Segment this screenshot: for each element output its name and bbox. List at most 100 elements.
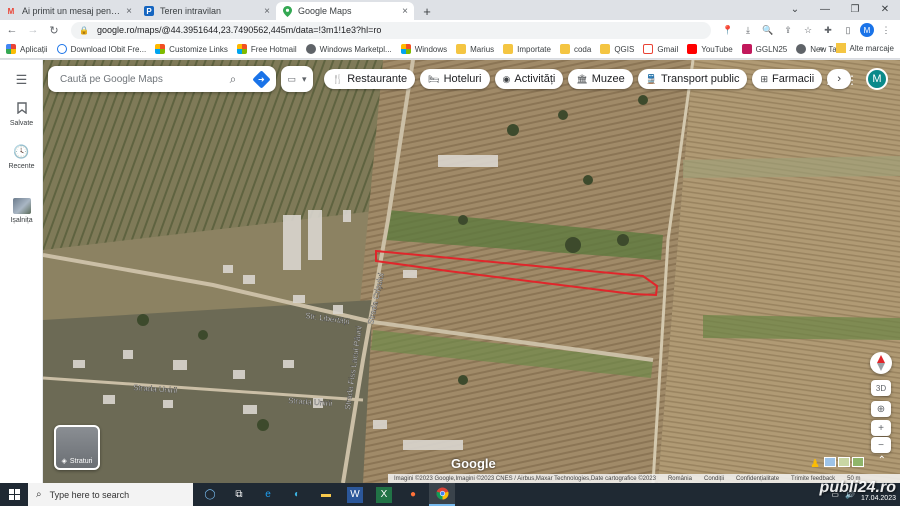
layers-button[interactable]: ◈ Straturi: [54, 425, 100, 470]
account-avatar[interactable]: M: [866, 68, 888, 90]
chevron-down-icon[interactable]: ⌄: [780, 0, 810, 18]
bookmark-folder[interactable]: Marius: [456, 44, 494, 54]
menu-icon[interactable]: ⋮: [878, 22, 894, 38]
install-app-icon[interactable]: ⤓: [740, 22, 756, 38]
maps-search-box[interactable]: Caută pe Google Maps ⌕ ➜: [48, 66, 276, 92]
address-bar[interactable]: 🔒 google.ro/maps/@44.3951644,23.7490562,…: [71, 21, 711, 39]
zoom-out-button[interactable]: −: [871, 437, 891, 453]
google-apps-icon[interactable]: ⋮⋮⋮: [822, 73, 858, 87]
taskbar-date[interactable]: 17.04.2023: [861, 487, 896, 503]
bookmark-item[interactable]: Windows: [400, 44, 447, 54]
satellite-map[interactable]: Str. Libertății Strada Unirii Strada Uni…: [43, 60, 900, 483]
bookmark-item[interactable]: Download IObit Fre...: [56, 44, 146, 54]
bookmark-item[interactable]: Customize Links: [155, 44, 228, 54]
lock-icon[interactable]: 🔒: [79, 26, 89, 35]
imagery-thumb[interactable]: [824, 457, 836, 467]
bookmark-item[interactable]: Gmail: [643, 44, 678, 54]
volume-icon[interactable]: 🔊: [845, 490, 855, 499]
task-view-icon[interactable]: ⧉: [226, 483, 252, 506]
network-icon[interactable]: ▭: [831, 490, 839, 499]
chrome-icon[interactable]: [429, 483, 455, 506]
reload-icon[interactable]: ↻: [45, 21, 63, 39]
scale-bar[interactable]: 50 m: [847, 476, 860, 482]
minimize-icon[interactable]: —: [810, 0, 840, 18]
ie-icon[interactable]: e: [255, 483, 281, 506]
start-button[interactable]: [0, 483, 28, 506]
cortana-icon[interactable]: ◯: [197, 483, 223, 506]
zoom-icon[interactable]: 🔍: [760, 22, 776, 38]
close-window-icon[interactable]: ✕: [870, 0, 900, 18]
place-thumbnail: [12, 198, 31, 214]
search-icon[interactable]: ⌕: [220, 72, 246, 87]
other-bookmarks[interactable]: Alte marcaje: [850, 44, 894, 53]
3d-toggle-button[interactable]: 3D: [871, 380, 891, 396]
chip-restaurants[interactable]: 🍴 Restaurante: [324, 69, 416, 89]
privacy-link[interactable]: Confidențialitate: [736, 476, 779, 482]
region-link[interactable]: România: [668, 476, 692, 482]
star-icon[interactable]: ☆: [800, 22, 816, 38]
chip-hotels[interactable]: 🛏 Hoteluri: [420, 69, 490, 89]
compass-button[interactable]: [870, 352, 892, 374]
forward-icon[interactable]: →: [24, 21, 42, 39]
map-type-picker[interactable]: ▭ ▾: [281, 66, 313, 92]
browser-toolbar: ← → ↻ 🔒 google.ro/maps/@44.3951644,23.74…: [0, 20, 900, 40]
rail-item-saved[interactable]: Salvate: [0, 102, 43, 127]
bookmark-folder[interactable]: QGIS: [600, 44, 634, 54]
imagery-thumb[interactable]: [852, 457, 864, 467]
bookmark-item[interactable]: Free Hotmail: [236, 44, 297, 54]
close-icon[interactable]: ×: [402, 6, 408, 17]
pegman-icon[interactable]: ♟: [810, 457, 820, 470]
expand-icon[interactable]: ⌃: [878, 455, 886, 466]
bookmark-folder[interactable]: Importate: [503, 44, 551, 54]
imagery-thumb[interactable]: [838, 457, 850, 467]
rail-item-recent[interactable]: 🕓 Recente: [0, 144, 43, 170]
edge-icon[interactable]: ◐: [284, 483, 310, 506]
directions-icon[interactable]: ➜: [246, 69, 276, 89]
chip-activities[interactable]: ◉ Activități: [494, 69, 564, 89]
terms-link[interactable]: Condiții: [704, 476, 724, 482]
restore-icon[interactable]: ❐: [840, 0, 870, 18]
bookmark-item[interactable]: GGLN25: [741, 44, 787, 54]
excel-icon[interactable]: X: [376, 486, 392, 503]
tray-chevron-icon[interactable]: ⌃: [819, 490, 826, 499]
windows-icon: [155, 44, 166, 54]
satellite-imagery[interactable]: Str. Libertății Strada Unirii Strada Uni…: [43, 60, 900, 483]
taskbar-search[interactable]: ⌕ Type here to search: [28, 483, 193, 506]
firefox-icon[interactable]: ●: [400, 483, 426, 506]
taskbar-search-input[interactable]: Type here to search: [50, 490, 130, 500]
new-tab-button[interactable]: +: [418, 2, 436, 20]
taskbar-apps: ◯ ⧉ e ◐ ▬ W X ●: [197, 483, 455, 506]
close-icon[interactable]: ×: [264, 6, 270, 17]
back-icon[interactable]: ←: [3, 21, 21, 39]
location-icon[interactable]: 📍: [720, 22, 736, 38]
tab-gmail[interactable]: M Ai primit un mesaj pentru anuntul... ×: [0, 2, 138, 20]
bookmark-folder[interactable]: coda: [559, 44, 591, 54]
zoom-in-button[interactable]: +: [871, 420, 891, 436]
gmail-icon: [643, 44, 654, 54]
file-explorer-icon[interactable]: ▬: [313, 483, 339, 506]
rail-item-place[interactable]: Ișalnița: [0, 198, 43, 224]
chip-pharmacies[interactable]: ⊞ Farmacii: [752, 69, 823, 89]
bookmark-item[interactable]: Windows Marketpl...: [305, 44, 392, 54]
side-panel-icon[interactable]: ▯: [840, 22, 856, 38]
extensions-icon[interactable]: ✚: [820, 22, 836, 38]
chip-transit[interactable]: 🚆 Transport public: [637, 69, 748, 89]
share-icon[interactable]: ⇪: [780, 22, 796, 38]
feedback-link[interactable]: Trimite feedback: [791, 476, 835, 482]
bookmarks-more-button[interactable]: »: [819, 44, 823, 53]
restaurant-icon: 🍴: [332, 73, 344, 84]
word-icon[interactable]: W: [347, 486, 363, 503]
google-logo: Google: [451, 456, 496, 471]
tab-google-maps[interactable]: Google Maps ×: [276, 2, 414, 20]
menu-button[interactable]: ☰: [0, 72, 43, 91]
bookmark-item[interactable]: Aplicații: [6, 44, 48, 54]
close-icon[interactable]: ×: [126, 6, 132, 17]
bookmark-item[interactable]: YouTube: [687, 44, 733, 54]
search-input[interactable]: Caută pe Google Maps: [60, 74, 163, 85]
my-location-button[interactable]: ⊕: [871, 401, 891, 417]
tab-publi24[interactable]: P Teren intravilan ×: [138, 2, 276, 20]
profile-avatar[interactable]: M: [860, 23, 874, 37]
chip-museums[interactable]: 🏛 Muzee: [568, 69, 633, 89]
folder-icon: [503, 44, 514, 54]
folder-icon: [835, 43, 846, 53]
